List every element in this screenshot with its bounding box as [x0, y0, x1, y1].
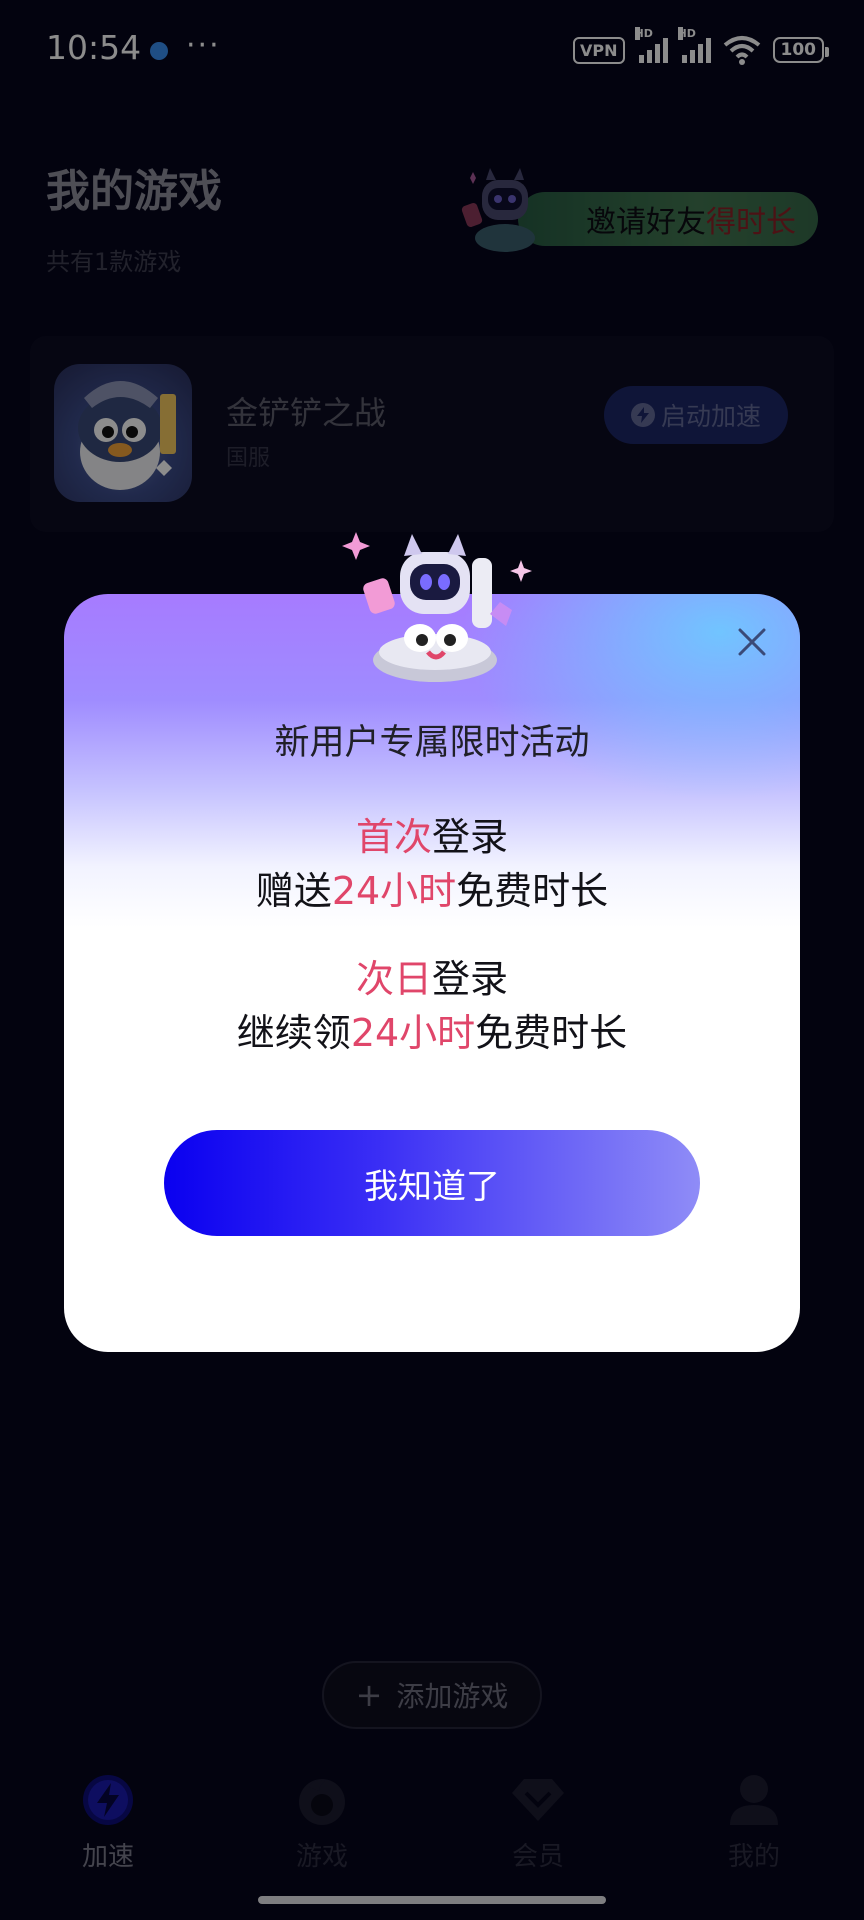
first-login-heading: 首次登录 [355, 815, 509, 859]
first-login-reward: 赠送24小时免费时长 [255, 869, 609, 913]
next-day-login-heading: 次日登录 [355, 957, 509, 1001]
app-screen: 10:54 ··· VPN HD HD 100 我的游戏 共有1款游戏 邀请好友… [0, 0, 864, 1920]
new-user-promo-dialog: 新用户专属限时活动 首次登录 赠送24小时免费时长 次日登录 继续领24小时免费… [64, 594, 800, 1352]
next-day-login-reward: 继续领24小时免费时长 [236, 1011, 628, 1055]
got-it-button[interactable]: 我知道了 [164, 1130, 700, 1236]
dialog-title: 新用户专属限时活动 [274, 723, 590, 763]
robot-mascot-icon [342, 532, 532, 682]
close-icon[interactable] [734, 624, 770, 660]
